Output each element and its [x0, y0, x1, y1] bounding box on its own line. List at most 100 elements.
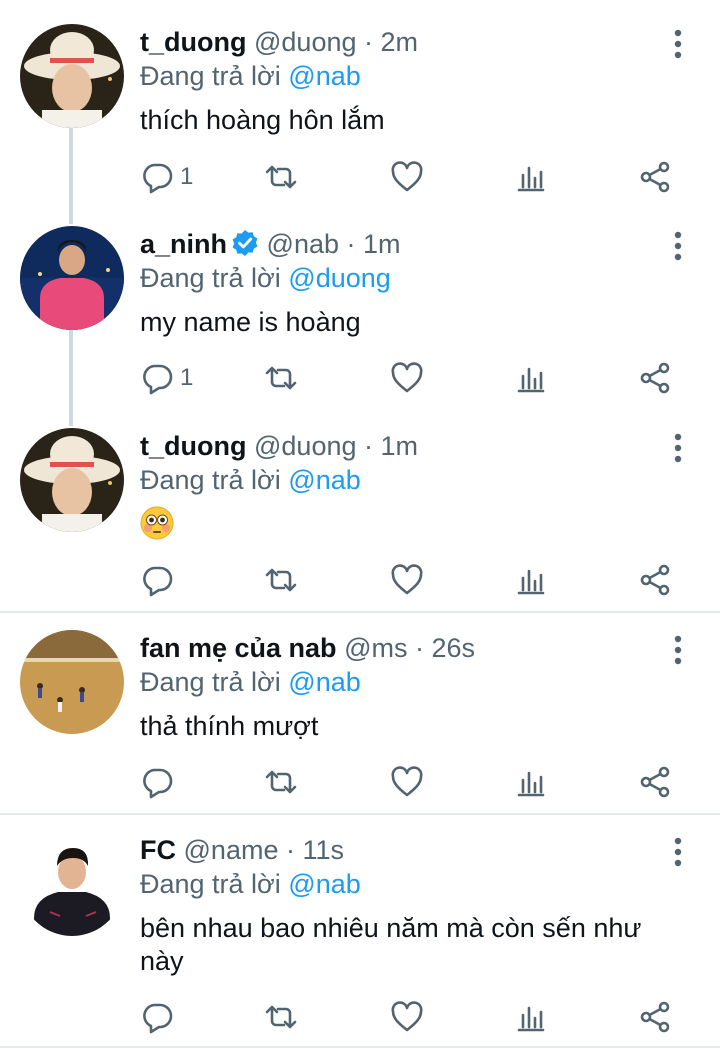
reply-button[interactable]	[140, 560, 174, 600]
retweet-icon	[265, 1005, 297, 1029]
tweet-actions: 1	[140, 157, 680, 197]
share-button[interactable]	[638, 157, 672, 197]
share-button[interactable]	[638, 997, 672, 1037]
reply-mention[interactable]: @nab	[288, 61, 360, 91]
analytics-button[interactable]	[514, 560, 548, 600]
author-name[interactable]: FC	[140, 835, 176, 865]
more-vertical-icon[interactable]	[664, 230, 692, 262]
share-button[interactable]	[638, 560, 672, 600]
separator: ·	[346, 229, 356, 259]
thread-line	[69, 330, 73, 426]
like-icon	[391, 766, 423, 797]
tweet-actions	[140, 560, 680, 600]
reply-count: 1	[180, 364, 194, 391]
separator: ·	[415, 633, 424, 663]
divider	[0, 1046, 720, 1048]
divider	[0, 611, 720, 613]
retweet-button[interactable]	[264, 997, 298, 1037]
tweet-header: t_duong @duong · 1m	[140, 430, 418, 462]
author-handle[interactable]: @duong	[254, 431, 357, 461]
avatar[interactable]	[20, 428, 124, 532]
reply-icon	[143, 163, 173, 194]
divider	[0, 813, 720, 815]
avatar[interactable]	[20, 24, 124, 128]
like-button[interactable]	[390, 358, 424, 398]
reply-icon	[143, 1003, 173, 1034]
separator: ·	[364, 431, 374, 461]
retweet-button[interactable]	[264, 560, 298, 600]
reply-icon	[143, 364, 173, 395]
replying-to: Đang trả lời @nab	[140, 868, 361, 900]
replying-to: Đang trả lời @nab	[140, 666, 361, 698]
share-icon	[640, 766, 670, 798]
avatar[interactable]	[20, 832, 124, 936]
retweet-button[interactable]	[264, 157, 298, 197]
timestamp[interactable]: 2m	[381, 27, 419, 57]
analytics-button[interactable]	[514, 997, 548, 1037]
share-button[interactable]	[638, 358, 672, 398]
more-vertical-icon[interactable]	[664, 836, 692, 868]
reply-mention[interactable]: @nab	[288, 465, 360, 495]
like-button[interactable]	[390, 997, 424, 1037]
tweet-header: t_duong @duong · 2m	[140, 26, 418, 58]
like-button[interactable]	[390, 157, 424, 197]
more-vertical-icon[interactable]	[664, 432, 692, 464]
author-handle[interactable]: @name	[184, 835, 279, 865]
share-icon	[640, 161, 670, 193]
share-icon	[640, 564, 670, 596]
like-icon	[391, 161, 423, 192]
reply-prefix: Đang trả lời	[140, 61, 281, 91]
more-vertical-icon[interactable]	[664, 634, 692, 666]
tweet-text: my name is hoàng	[140, 307, 361, 337]
tweet-header: FC @name · 11s	[140, 834, 344, 866]
analytics-button[interactable]	[514, 762, 548, 802]
reply-icon	[143, 768, 173, 799]
reply-prefix: Đang trả lời	[140, 667, 281, 697]
retweet-button[interactable]	[264, 762, 298, 802]
author-handle[interactable]: @ms	[344, 633, 407, 663]
verified-icon	[231, 229, 259, 264]
timestamp[interactable]: 26s	[432, 633, 476, 663]
reply-button[interactable]	[140, 997, 174, 1037]
analytics-icon	[517, 1006, 545, 1032]
analytics-button[interactable]	[514, 358, 548, 398]
analytics-button[interactable]	[514, 157, 548, 197]
avatar[interactable]	[20, 226, 124, 330]
analytics-icon	[517, 166, 545, 192]
reply-prefix: Đang trả lời	[140, 869, 281, 899]
reply-icon	[143, 566, 173, 597]
share-icon	[640, 362, 670, 394]
reply-mention[interactable]: @duong	[288, 263, 391, 293]
author-name[interactable]: t_duong	[140, 27, 246, 57]
author-handle[interactable]: @duong	[254, 27, 357, 57]
like-icon	[391, 564, 423, 595]
tweet-text: bên nhau bao nhiêu năm mà còn sến như nà…	[140, 913, 642, 976]
analytics-icon	[517, 771, 545, 797]
timestamp[interactable]: 1m	[381, 431, 419, 461]
like-button[interactable]	[390, 560, 424, 600]
like-button[interactable]	[390, 762, 424, 802]
reply-button[interactable]	[140, 762, 174, 802]
retweet-icon	[265, 165, 297, 189]
author-name[interactable]: a_ninh	[140, 229, 227, 259]
reply-mention[interactable]: @nab	[288, 869, 360, 899]
retweet-button[interactable]	[264, 358, 298, 398]
reply-button[interactable]: 1	[140, 358, 193, 398]
reply-button[interactable]: 1	[140, 157, 193, 197]
timestamp[interactable]: 11s	[303, 835, 345, 865]
timestamp[interactable]: 1m	[363, 229, 401, 259]
author-handle[interactable]: @nab	[267, 229, 339, 259]
flushed-face-emoji	[140, 506, 174, 540]
avatar[interactable]	[20, 630, 124, 734]
analytics-icon	[517, 367, 545, 393]
retweet-icon	[265, 770, 297, 794]
reply-mention[interactable]: @nab	[288, 667, 360, 697]
share-button[interactable]	[638, 762, 672, 802]
tweet-header: fan mẹ của nab @ms · 26s	[140, 632, 475, 664]
more-vertical-icon[interactable]	[664, 28, 692, 60]
analytics-icon	[517, 569, 545, 595]
author-name[interactable]: fan mẹ của nab	[140, 633, 337, 663]
tweet-text: thích hoàng hôn lắm	[140, 105, 385, 135]
author-name[interactable]: t_duong	[140, 431, 246, 461]
tweet-actions: 1	[140, 358, 680, 398]
